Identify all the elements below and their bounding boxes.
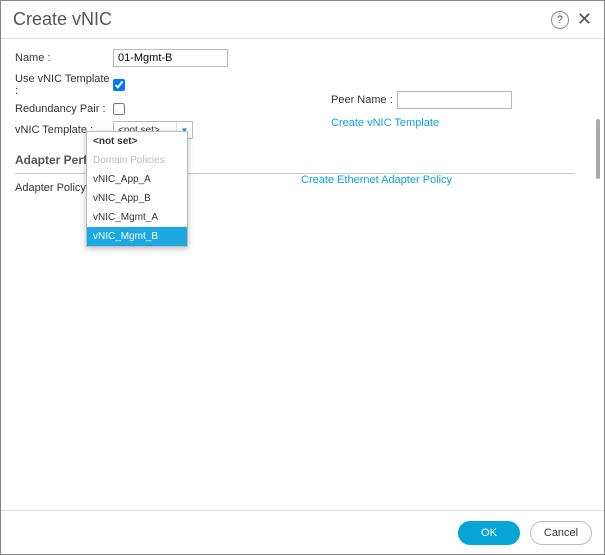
titlebar: Create vNIC ? ✕ xyxy=(1,1,604,39)
use-template-label: Use vNIC Template : xyxy=(15,73,113,97)
dropdown-group-header: Domain Policies xyxy=(87,151,187,170)
close-icon[interactable]: ✕ xyxy=(577,9,592,30)
dialog-footer: OK Cancel xyxy=(1,510,604,554)
name-row: Name : xyxy=(15,49,590,67)
create-vnic-dialog: Create vNIC ? ✕ Name : Use vNIC Template… xyxy=(0,0,605,555)
dropdown-option-vnic-mgmt-a[interactable]: vNIC_Mgmt_A xyxy=(87,208,187,227)
create-ethernet-adapter-policy-link[interactable]: Create Ethernet Adapter Policy xyxy=(301,174,452,186)
dropdown-option-not-set[interactable]: <not set> xyxy=(87,132,187,151)
redundancy-label: Redundancy Pair : xyxy=(15,103,113,115)
dropdown-option-vnic-app-a[interactable]: vNIC_App_A xyxy=(87,170,187,189)
dialog-title: Create vNIC xyxy=(13,9,551,30)
dropdown-option-vnic-app-b[interactable]: vNIC_App_B xyxy=(87,189,187,208)
use-template-checkbox[interactable] xyxy=(113,79,125,91)
adapter-policy-label: Adapter Policy xyxy=(15,182,86,194)
name-input[interactable] xyxy=(113,49,228,67)
name-label: Name : xyxy=(15,52,113,64)
peer-name-row: Peer Name : xyxy=(331,91,512,109)
help-icon[interactable]: ? xyxy=(551,11,569,29)
redundancy-checkbox[interactable] xyxy=(113,103,125,115)
dialog-body: Name : Use vNIC Template : Redundancy Pa… xyxy=(1,39,604,510)
ok-button[interactable]: OK xyxy=(458,521,520,545)
create-vnic-template-link[interactable]: Create vNIC Template xyxy=(331,117,439,129)
vnic-template-dropdown-menu: <not set> Domain Policies vNIC_App_A vNI… xyxy=(86,131,188,247)
cancel-button[interactable]: Cancel xyxy=(530,521,592,545)
peer-name-label: Peer Name : xyxy=(331,94,393,106)
dropdown-option-vnic-mgmt-b[interactable]: vNIC_Mgmt_B xyxy=(87,227,187,246)
peer-name-input[interactable] xyxy=(397,91,512,109)
scrollbar-thumb[interactable] xyxy=(596,119,600,179)
